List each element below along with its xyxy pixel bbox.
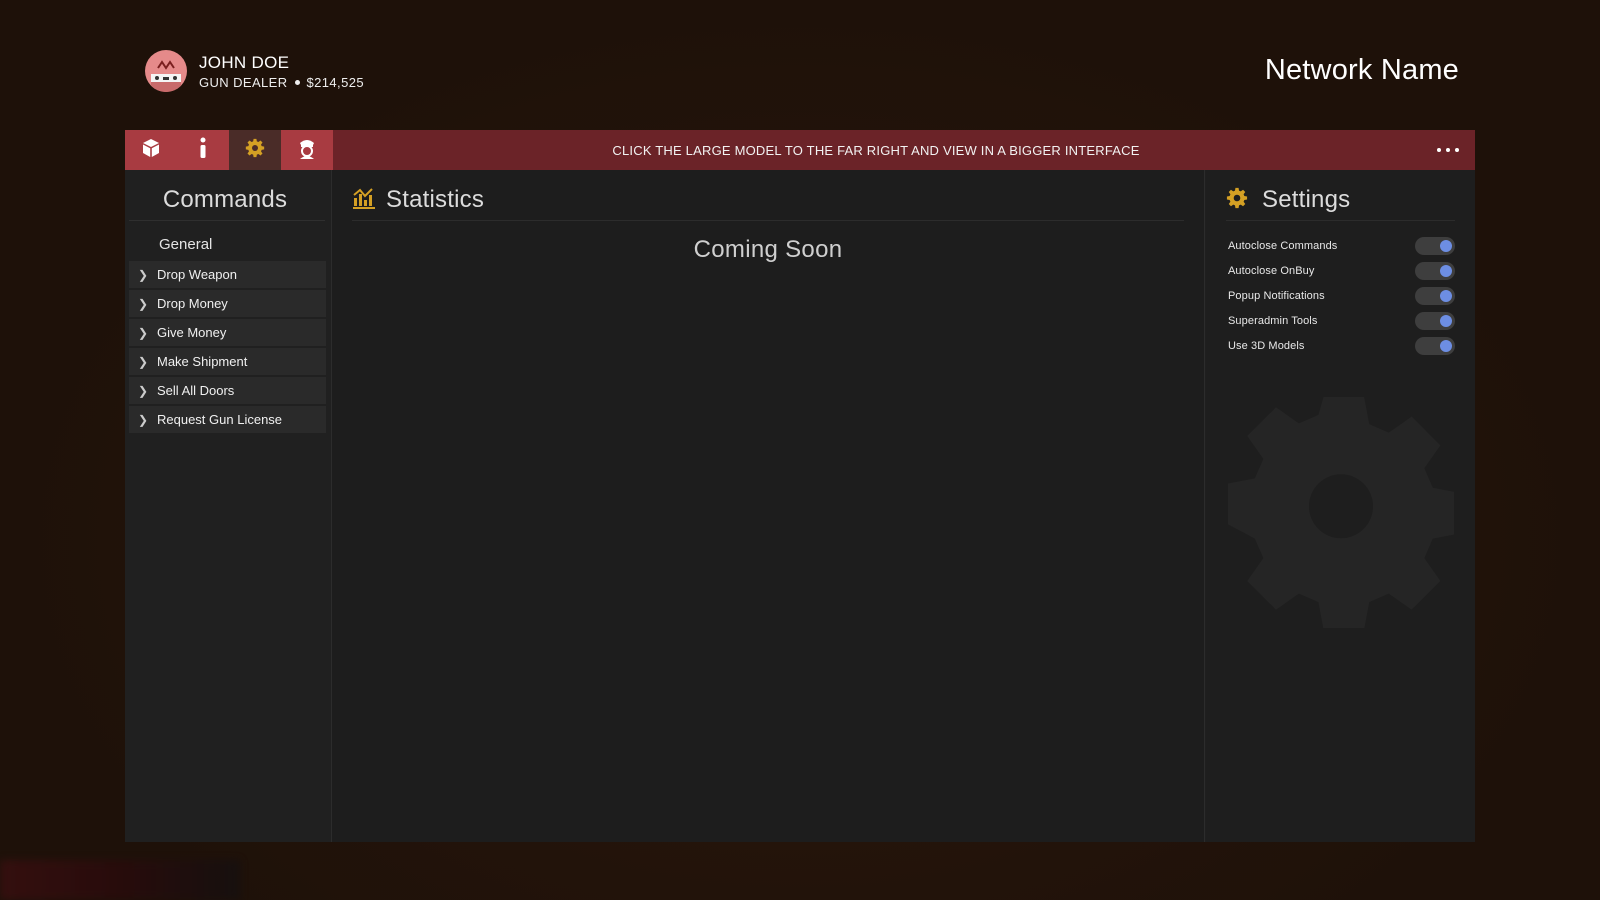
gear-icon	[245, 138, 265, 163]
command-drop-money[interactable]: ❯ Drop Money	[129, 290, 326, 317]
setting-label: Autoclose Commands	[1228, 239, 1338, 252]
setting-use-3d-models: Use 3D Models	[1228, 333, 1455, 358]
info-banner: CLICK THE LARGE MODEL TO THE FAR RIGHT A…	[612, 142, 1140, 158]
tab-police[interactable]	[281, 130, 333, 170]
main-window: CLICK THE LARGE MODEL TO THE FAR RIGHT A…	[125, 130, 1475, 842]
chevron-right-icon: ❯	[137, 267, 149, 282]
toggle-switch[interactable]	[1415, 261, 1455, 280]
toggle-switch[interactable]	[1415, 236, 1455, 255]
setting-label: Superadmin Tools	[1228, 314, 1318, 327]
commands-group-label: General	[159, 236, 213, 253]
statistics-title: Statistics	[386, 186, 485, 213]
divider	[129, 220, 325, 221]
setting-label: Popup Notifications	[1228, 289, 1325, 302]
setting-autoclose-onbuy: Autoclose OnBuy	[1228, 258, 1455, 283]
tab-settings[interactable]	[229, 130, 281, 170]
settings-panel: Settings Autoclose Commands Autoclose On…	[1206, 170, 1475, 842]
player-job-money: GUN DEALER $214,525	[199, 75, 364, 90]
command-label: Give Money	[157, 325, 227, 340]
statistics-panel: Statistics Coming Soon	[332, 170, 1205, 842]
ellipsis-icon[interactable]	[1437, 141, 1459, 159]
network-name: Network Name	[1264, 54, 1459, 86]
toggle-switch[interactable]	[1415, 311, 1455, 330]
bar-chart-icon	[352, 187, 376, 214]
player-money: $214,525	[306, 74, 364, 90]
police-officer-icon	[297, 137, 317, 164]
gear-icon	[1226, 187, 1248, 214]
toggle-switch[interactable]	[1415, 336, 1455, 355]
setting-label: Use 3D Models	[1228, 339, 1305, 352]
command-sell-all-doors[interactable]: ❯ Sell All Doors	[129, 377, 326, 404]
setting-label: Autoclose OnBuy	[1228, 264, 1315, 277]
command-label: Drop Weapon	[157, 267, 237, 282]
tab-info[interactable]	[177, 130, 229, 170]
coming-soon-message: Coming Soon	[693, 236, 843, 263]
background-blur	[0, 860, 240, 900]
player-profile: JOHN DOE GUN DEALER $214,525	[145, 50, 364, 92]
divider	[1226, 220, 1455, 221]
commands-title: Commands	[162, 186, 288, 213]
avatar	[145, 50, 187, 92]
large-gear-icon	[1227, 394, 1460, 633]
toggle-switch[interactable]	[1415, 286, 1455, 305]
settings-list: Autoclose Commands Autoclose OnBuy Popup…	[1228, 233, 1455, 358]
command-label: Make Shipment	[157, 354, 248, 369]
command-drop-weapon[interactable]: ❯ Drop Weapon	[129, 261, 326, 288]
commands-list: ❯ Drop Weapon ❯ Drop Money ❯ Give Money …	[129, 261, 326, 435]
info-icon	[197, 137, 209, 164]
tab-cube[interactable]	[125, 130, 177, 170]
command-label: Request Gun License	[157, 412, 283, 427]
chevron-right-icon: ❯	[137, 354, 149, 369]
divider	[352, 220, 1184, 221]
setting-popup-notifications: Popup Notifications	[1228, 283, 1455, 308]
chevron-right-icon: ❯	[137, 296, 149, 311]
command-give-money[interactable]: ❯ Give Money	[129, 319, 326, 346]
commands-panel: Commands General ❯ Drop Weapon ❯ Drop Mo…	[125, 170, 332, 842]
statistics-header: Statistics	[352, 186, 484, 214]
chevron-right-icon: ❯	[137, 383, 149, 398]
command-label: Drop Money	[157, 296, 228, 311]
separator-dot	[294, 79, 300, 85]
player-job: GUN DEALER	[199, 74, 288, 90]
chevron-right-icon: ❯	[137, 412, 149, 427]
chevron-right-icon: ❯	[137, 325, 149, 340]
settings-header: Settings	[1226, 186, 1350, 214]
command-make-shipment[interactable]: ❯ Make Shipment	[129, 348, 326, 375]
top-bar: CLICK THE LARGE MODEL TO THE FAR RIGHT A…	[125, 130, 1475, 170]
player-name: JOHN DOE	[199, 52, 290, 72]
command-label: Sell All Doors	[157, 383, 235, 398]
settings-title: Settings	[1262, 186, 1351, 213]
setting-autoclose-commands: Autoclose Commands	[1228, 233, 1455, 258]
setting-superadmin-tools: Superadmin Tools	[1228, 308, 1455, 333]
command-request-gun-license[interactable]: ❯ Request Gun License	[129, 406, 326, 433]
cube-icon	[141, 138, 161, 163]
